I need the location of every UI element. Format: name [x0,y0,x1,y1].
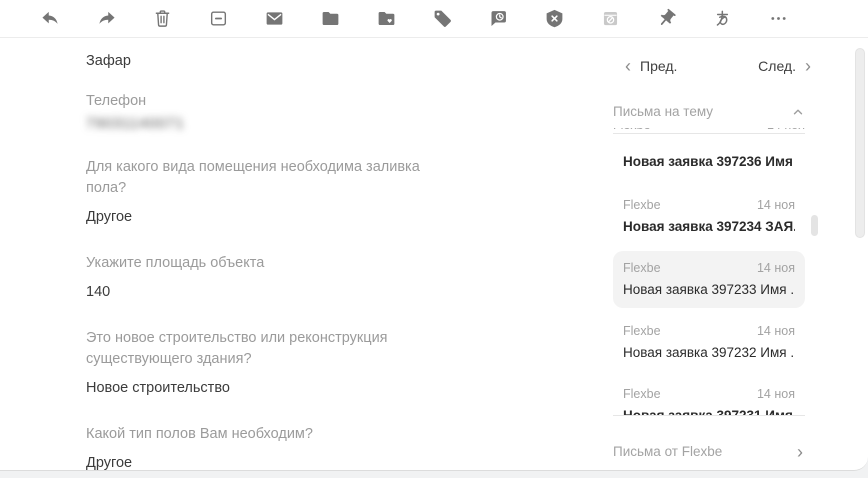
prev-next-nav: ‹ Пред. След. › [613,58,821,74]
next-label: След. [758,58,796,74]
email-date: 14 ноя [757,198,795,213]
email-list-item[interactable]: Flexbe 14 ноя Новая заявка 397234 ЗАЯ... [613,188,805,245]
pin-button[interactable] [654,7,678,31]
archive-button[interactable] [206,7,230,31]
chevron-right-icon: › [797,445,803,459]
question-area: Укажите площадь объекта [86,253,456,274]
message-toolbar [0,0,868,38]
spam-shield-icon [544,8,565,29]
email-subject: Новая заявка 397234 ЗАЯ... [623,218,795,235]
unsubscribe-button [598,7,622,31]
folder-icon [320,8,341,29]
more-button[interactable] [766,7,790,31]
forward-icon [96,8,117,29]
next-email-button[interactable]: След. › [758,58,811,74]
pin-icon [656,8,677,29]
prev-email-button[interactable]: ‹ Пред. [625,58,677,74]
emails-from-flexbe-link[interactable]: Письма от Flexbe › [613,444,805,459]
remind-later-button[interactable] [486,7,510,31]
forward-button[interactable] [94,7,118,31]
email-subject: Новая заявка 397236 Имя ... [623,153,795,170]
mark-unread-button[interactable] [262,7,286,31]
unsubscribe-icon [600,8,621,29]
tag-icon [432,8,453,29]
email-date: 14 ноя [757,261,795,276]
email-date: 14 ноя [757,324,795,339]
reply-button[interactable] [38,7,62,31]
move-to-folder-button[interactable] [318,7,342,31]
email-sender: Flexbe [623,261,661,276]
question-room-type: Для какого вида помещения необходима зал… [86,157,456,199]
label-button[interactable] [430,7,454,31]
chevron-right-icon: › [805,59,811,73]
trash-icon [152,8,173,29]
email-list-item[interactable]: Flexbe 14 ноя Новая заявка 397232 Имя ..… [613,314,805,371]
prev-label: Пред. [640,58,677,74]
translate-hiragana-icon [712,8,733,29]
email-list-item[interactable]: Flexbe 14 ноя Новая заявка 397231 Имя [613,377,805,415]
related-email-list: Новая заявка 397236 Имя ... Flexbe 14 но… [613,133,805,416]
email-date: 14 ноя [757,387,795,402]
folder-favorite-button[interactable] [374,7,398,31]
ellipsis-icon [768,8,789,29]
list-scrollbar-thumb[interactable] [811,215,818,236]
phone-label: Телефон [86,91,456,112]
email-list-item[interactable]: Новая заявка 397236 Имя ... [613,134,805,182]
chevron-up-icon [791,105,805,119]
spam-button[interactable] [542,7,566,31]
delete-button[interactable] [150,7,174,31]
clipped-row-bottom: Новая заявка 397231 Имя [623,407,795,415]
question-floor-type: Какой тип полов Вам необходим? [86,424,456,445]
email-sender: Flexbe [613,128,651,133]
translate-button[interactable] [710,7,734,31]
email-subject: Новая заявка 397231 Имя [623,407,795,415]
footer-link-label: Письма от Flexbe [613,444,722,459]
mail-window: Зафар Телефон 79031140071 Для какого вид… [0,0,868,471]
related-emails-sidebar: ‹ Пред. След. › Письма на тему Flexbe 14… [613,38,821,459]
email-sender: Flexbe [623,387,661,402]
email-date: 14 ноя [767,128,805,133]
email-subject: Новая заявка 397233 Имя ... [623,281,795,298]
email-subject: Новая заявка 397232 Имя ... [623,344,795,361]
envelope-icon [264,8,285,29]
archive-icon [208,8,229,29]
page-scrollbar-thumb[interactable] [855,48,865,238]
reminder-bubble-icon [488,8,509,29]
question-construction: Это новое строительство или реконструкци… [86,328,456,370]
section-title: Письма на тему [613,104,713,119]
reply-icon [40,8,61,29]
email-sender: Flexbe [623,324,661,339]
folder-heart-icon [376,8,397,29]
email-list-item[interactable]: Flexbe 14 ноя Новая заявка 397233 Имя ..… [613,251,805,308]
email-sender: Flexbe [623,198,661,213]
emails-on-topic-header[interactable]: Письма на тему [613,104,821,119]
phone-value-obscured: 79031140071 [86,116,185,132]
chevron-left-icon: ‹ [625,59,631,73]
